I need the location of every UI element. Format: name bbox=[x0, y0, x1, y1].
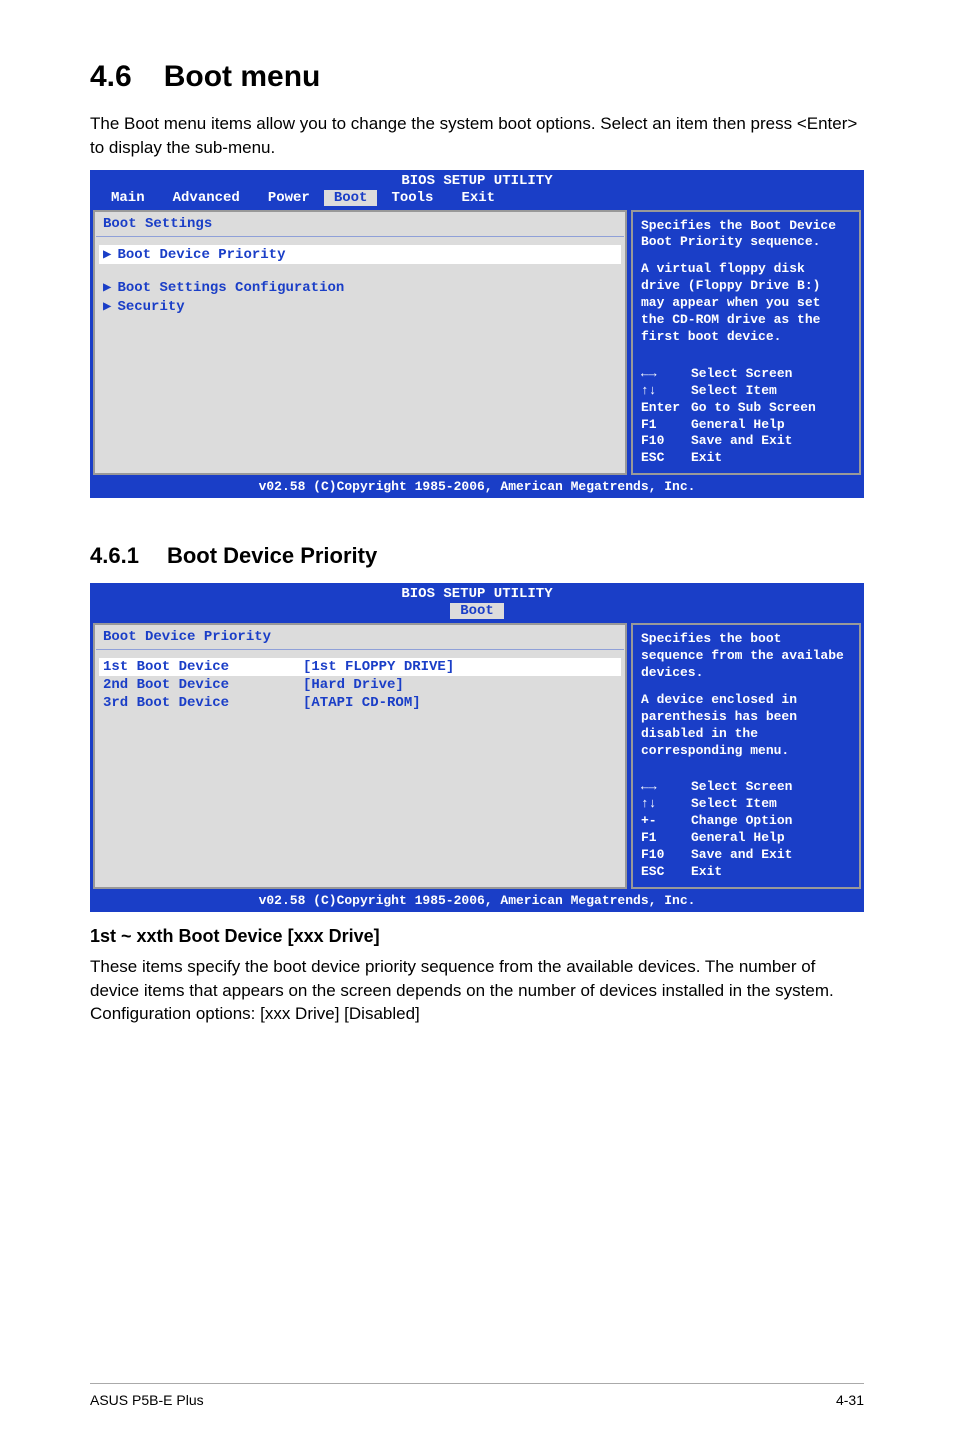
nav-action: Select Item bbox=[691, 383, 777, 400]
bios-screenshot-boot-settings: BIOS SETUP UTILITY Main Advanced Power B… bbox=[90, 170, 864, 499]
paragraph-body: These items specify the boot device prio… bbox=[90, 955, 864, 1026]
subsection-title: Boot Device Priority bbox=[167, 543, 377, 568]
nav-action: General Help bbox=[691, 830, 785, 847]
nav-action: Exit bbox=[691, 450, 722, 467]
bios-item-label: Security bbox=[117, 299, 184, 315]
intro-paragraph: The Boot menu items allow you to change … bbox=[90, 112, 864, 160]
bios-tab-advanced: Advanced bbox=[159, 190, 254, 206]
nav-key: +- bbox=[641, 813, 691, 830]
bios-help-text-1: Specifies the Boot Device Boot Priority … bbox=[641, 218, 851, 252]
bios-tab-exit: Exit bbox=[447, 190, 509, 206]
bios-help-pane: Specifies the boot sequence from the ava… bbox=[631, 623, 861, 889]
bios-status-bar: v02.58 (C)Copyright 1985-2006, American … bbox=[91, 477, 863, 497]
triangle-icon: ▶ bbox=[103, 247, 111, 263]
nav-key: Enter bbox=[641, 400, 691, 417]
nav-key: F10 bbox=[641, 847, 691, 864]
section-title: Boot menu bbox=[164, 60, 321, 93]
triangle-icon: ▶ bbox=[103, 280, 111, 296]
bios-help-text-2: A virtual floppy disk drive (Floppy Driv… bbox=[641, 261, 851, 345]
nav-key: ←→ bbox=[641, 366, 691, 383]
bios-help-text-1: Specifies the boot sequence from the ava… bbox=[641, 631, 851, 682]
nav-action: Select Screen bbox=[691, 366, 792, 383]
footer-left: ASUS P5B-E Plus bbox=[90, 1392, 204, 1408]
nav-key: ESC bbox=[641, 864, 691, 881]
bios-item-security: ▶ Security bbox=[103, 297, 617, 316]
bios-row-label: 2nd Boot Device bbox=[103, 677, 303, 693]
nav-action: Exit bbox=[691, 864, 722, 881]
nav-key: ←→ bbox=[641, 779, 691, 796]
bios-row-label: 1st Boot Device bbox=[103, 659, 303, 675]
bios-tab-boot: Boot bbox=[450, 603, 504, 619]
bios-row-value: [ATAPI CD-ROM] bbox=[303, 695, 421, 711]
bios-tab-main: Main bbox=[97, 190, 159, 206]
section-heading: 4.6 Boot menu bbox=[90, 60, 864, 94]
nav-action: Change Option bbox=[691, 813, 792, 830]
bios-nav-help: ←→Select Screen ↑↓Select Item EnterGo to… bbox=[641, 366, 851, 467]
bios-menubar: Boot bbox=[91, 603, 863, 621]
nav-action: Save and Exit bbox=[691, 847, 792, 864]
bios-row-value: [1st FLOPPY DRIVE] bbox=[303, 659, 454, 675]
bios-item-boot-device-priority: ▶ Boot Device Priority bbox=[99, 245, 621, 264]
paragraph-heading: 1st ~ xxth Boot Device [xxx Drive] bbox=[90, 926, 864, 947]
bios-status-bar: v02.58 (C)Copyright 1985-2006, American … bbox=[91, 891, 863, 911]
page-footer: ASUS P5B-E Plus 4-31 bbox=[90, 1383, 864, 1408]
bios-row-1st-boot-device: 1st Boot Device [1st FLOPPY DRIVE] bbox=[99, 658, 621, 676]
section-number: 4.6 bbox=[90, 60, 132, 93]
nav-action: Select Item bbox=[691, 796, 777, 813]
bios-help-text-2: A device enclosed in parenthesis has bee… bbox=[641, 692, 851, 760]
bios-title: BIOS SETUP UTILITY bbox=[91, 584, 863, 603]
bios-tab-power: Power bbox=[254, 190, 324, 206]
bios-row-label: 3rd Boot Device bbox=[103, 695, 303, 711]
bios-item-label: Boot Settings Configuration bbox=[117, 280, 344, 296]
triangle-icon: ▶ bbox=[103, 299, 111, 315]
bios-row-2nd-boot-device: 2nd Boot Device [Hard Drive] bbox=[103, 676, 617, 694]
nav-key: ↑↓ bbox=[641, 796, 691, 813]
bios-row-value: [Hard Drive] bbox=[303, 677, 404, 693]
nav-action: General Help bbox=[691, 417, 785, 434]
bios-tab-tools: Tools bbox=[377, 190, 447, 206]
nav-key: F1 bbox=[641, 830, 691, 847]
bios-item-label: Boot Device Priority bbox=[117, 247, 285, 263]
bios-left-heading: Boot Settings bbox=[103, 216, 617, 232]
bios-left-pane: Boot Settings ▶ Boot Device Priority ▶ Boo… bbox=[93, 210, 627, 476]
bios-left-pane: Boot Device Priority 1st Boot Device [1s… bbox=[93, 623, 627, 889]
nav-action: Save and Exit bbox=[691, 433, 792, 450]
bios-left-heading: Boot Device Priority bbox=[103, 629, 617, 645]
subsection-heading: 4.6.1 Boot Device Priority bbox=[90, 543, 864, 569]
nav-key: ↑↓ bbox=[641, 383, 691, 400]
nav-key: F1 bbox=[641, 417, 691, 434]
bios-screenshot-boot-device-priority: BIOS SETUP UTILITY Boot Boot Device Prio… bbox=[90, 583, 864, 912]
bios-title: BIOS SETUP UTILITY bbox=[91, 171, 863, 190]
bios-row-3rd-boot-device: 3rd Boot Device [ATAPI CD-ROM] bbox=[103, 694, 617, 712]
subsection-number: 4.6.1 bbox=[90, 543, 139, 568]
bios-item-boot-settings-config: ▶ Boot Settings Configuration bbox=[103, 278, 617, 297]
bios-help-pane: Specifies the Boot Device Boot Priority … bbox=[631, 210, 861, 476]
nav-key: ESC bbox=[641, 450, 691, 467]
bios-nav-help: ←→Select Screen ↑↓Select Item +-Change O… bbox=[641, 779, 851, 880]
nav-action: Go to Sub Screen bbox=[691, 400, 816, 417]
nav-key: F10 bbox=[641, 433, 691, 450]
bios-tab-boot: Boot bbox=[324, 190, 378, 206]
nav-action: Select Screen bbox=[691, 779, 792, 796]
bios-menubar: Main Advanced Power Boot Tools Exit bbox=[91, 190, 863, 208]
footer-right: 4-31 bbox=[836, 1392, 864, 1408]
